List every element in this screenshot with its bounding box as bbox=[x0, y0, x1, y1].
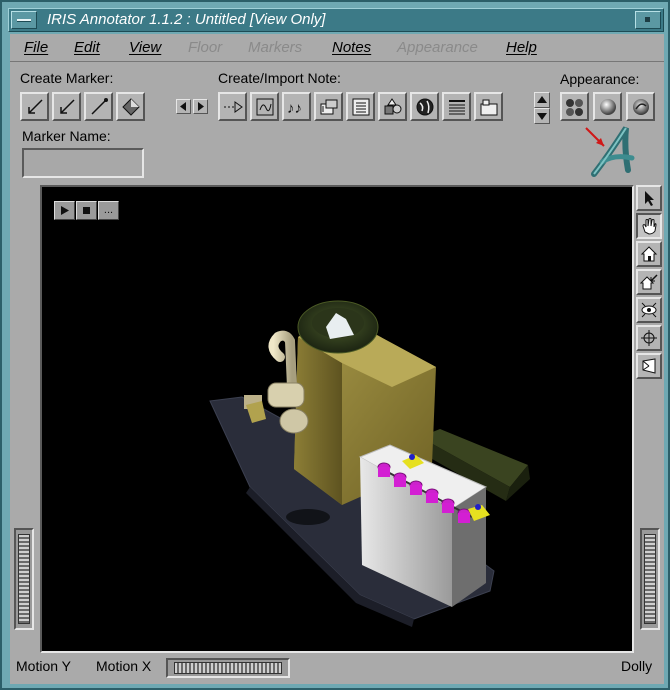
motion-y-wheel-grip bbox=[18, 534, 30, 624]
shapes-note-button[interactable] bbox=[378, 92, 407, 121]
motion-y-wheel[interactable] bbox=[14, 528, 34, 630]
line-marker-icon bbox=[90, 97, 108, 115]
globe-note-button[interactable] bbox=[410, 92, 439, 121]
home-tool-button[interactable] bbox=[636, 241, 662, 267]
seek-tool-button[interactable] bbox=[636, 325, 662, 351]
home-icon bbox=[640, 246, 658, 262]
menu-file[interactable]: File bbox=[24, 39, 48, 56]
app-client-area: File Edit View Floor Markers Notes Appea… bbox=[10, 34, 664, 684]
music-note-button[interactable]: ♪♪ bbox=[282, 92, 311, 121]
window-menu-icon bbox=[17, 19, 31, 22]
window-menu-button[interactable] bbox=[11, 11, 37, 29]
film-note-icon bbox=[320, 99, 337, 114]
set-home-icon bbox=[640, 274, 658, 290]
seek-icon bbox=[641, 330, 657, 346]
perspective-icon bbox=[642, 358, 656, 374]
triangle-left-icon bbox=[180, 102, 186, 111]
scribble-note-icon bbox=[256, 98, 273, 115]
menu-view[interactable]: View bbox=[129, 39, 161, 56]
line-marker-button[interactable] bbox=[84, 92, 113, 121]
bent-arrow-marker-button[interactable] bbox=[52, 92, 81, 121]
text-note-icon bbox=[223, 100, 243, 113]
window-title: IRIS Annotator 1.1.2 : Untitled [View On… bbox=[47, 11, 326, 28]
music-note-icon: ♪♪ bbox=[287, 100, 302, 117]
menu-notes[interactable]: Notes bbox=[332, 39, 371, 56]
engine-3d-model bbox=[209, 300, 530, 627]
menu-appearance: Appearance bbox=[397, 39, 478, 56]
dolly-label: Dolly bbox=[621, 658, 653, 674]
hand-icon bbox=[642, 218, 657, 235]
swirl-sphere-appearance-button[interactable] bbox=[626, 92, 655, 121]
arrow-marker-button[interactable] bbox=[20, 92, 49, 121]
document-note-icon bbox=[352, 98, 369, 115]
pointer-tool-button[interactable] bbox=[636, 185, 662, 211]
list-note-button[interactable] bbox=[442, 92, 471, 121]
shapes-note-icon bbox=[384, 97, 401, 114]
view-all-tool-button[interactable] bbox=[636, 297, 662, 323]
shaded-sphere-appearance-button[interactable] bbox=[593, 92, 622, 121]
motion-x-wheel[interactable] bbox=[166, 658, 290, 678]
scribble-note-button[interactable] bbox=[250, 92, 279, 121]
globe-note-icon bbox=[416, 98, 433, 115]
next-marker-button[interactable] bbox=[193, 99, 208, 114]
menu-floor: Floor bbox=[188, 39, 223, 56]
create-marker-label: Create Marker: bbox=[20, 70, 114, 86]
bent-arrow-marker-icon bbox=[59, 98, 75, 114]
diamond-marker-button[interactable] bbox=[116, 92, 145, 121]
motion-x-label: Motion X bbox=[96, 658, 152, 674]
scroll-up-button[interactable] bbox=[534, 92, 550, 108]
document-note-button[interactable] bbox=[346, 92, 375, 121]
menu-bar: File Edit View Floor Markers Notes Appea… bbox=[10, 34, 664, 62]
svg-text:♪♪: ♪♪ bbox=[287, 100, 302, 117]
spheres-appearance-button[interactable] bbox=[560, 92, 589, 121]
annotator-logo bbox=[585, 126, 635, 177]
spheres-icon bbox=[565, 98, 583, 116]
motion-y-label: Motion Y bbox=[16, 658, 71, 674]
menu-edit[interactable]: Edit bbox=[74, 39, 100, 56]
menu-markers: Markers bbox=[248, 39, 303, 56]
shaded-sphere-icon bbox=[599, 98, 616, 115]
title-bar[interactable]: IRIS Annotator 1.1.2 : Untitled [View On… bbox=[8, 8, 664, 32]
triangle-right-icon bbox=[198, 102, 204, 111]
scroll-down-button[interactable] bbox=[534, 108, 550, 124]
triangle-up-icon bbox=[537, 96, 547, 103]
list-note-icon bbox=[448, 99, 465, 114]
triangle-down-icon bbox=[537, 113, 547, 120]
perspective-tool-button[interactable] bbox=[636, 353, 662, 379]
folder-note-button[interactable] bbox=[474, 92, 503, 121]
minimize-icon bbox=[645, 17, 650, 22]
text-note-button[interactable] bbox=[218, 92, 247, 121]
prev-marker-button[interactable] bbox=[176, 99, 191, 114]
dolly-wheel[interactable] bbox=[640, 528, 660, 630]
pointer-icon bbox=[645, 191, 654, 206]
swirl-sphere-icon bbox=[632, 98, 649, 115]
view-all-icon bbox=[641, 302, 657, 318]
hand-tool-button[interactable] bbox=[636, 213, 662, 239]
diamond-marker-icon bbox=[121, 97, 140, 116]
film-note-button[interactable] bbox=[314, 92, 343, 121]
motion-x-wheel-grip bbox=[174, 662, 282, 674]
create-note-label: Create/Import Note: bbox=[218, 70, 341, 86]
folder-note-icon bbox=[480, 99, 497, 115]
marker-name-field[interactable] bbox=[22, 148, 144, 178]
set-home-tool-button[interactable] bbox=[636, 269, 662, 295]
3d-viewport[interactable]: ... bbox=[40, 185, 634, 653]
arrow-marker-icon bbox=[27, 98, 43, 114]
dolly-wheel-grip bbox=[644, 534, 656, 624]
menu-help[interactable]: Help bbox=[506, 39, 537, 56]
appearance-label: Appearance: bbox=[560, 71, 640, 87]
window-frame: IRIS Annotator 1.1.2 : Untitled [View On… bbox=[0, 0, 670, 690]
marker-name-label: Marker Name: bbox=[22, 128, 111, 144]
minimize-button[interactable] bbox=[635, 11, 661, 29]
